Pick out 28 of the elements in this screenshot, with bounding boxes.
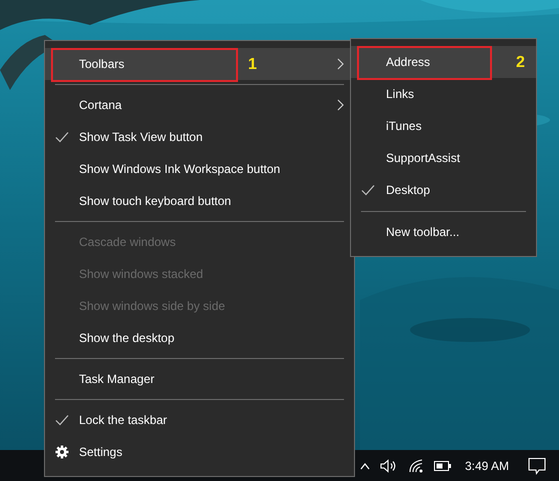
menu-item[interactable]: Show the desktop [45,322,354,354]
callout-number: 1 [248,56,257,74]
menu-item[interactable]: Show Windows Ink Workspace button [45,153,354,185]
menu-item[interactable]: Lock the taskbar [45,404,354,436]
menu-item[interactable]: Links [351,78,536,110]
checkmark-icon [55,130,69,144]
menu-item[interactable]: Cortana [45,89,354,121]
wifi-icon[interactable] [408,458,424,472]
callout-number: 2 [516,54,525,72]
menu-item[interactable]: Task Manager [45,363,354,395]
clock[interactable]: 3:49 AM [464,458,509,472]
chevron-right-icon [337,99,344,111]
menu-item[interactable]: Address 2 [351,46,536,78]
checkmark-icon [361,183,375,197]
menu-item[interactable]: Show touch keyboard button [45,185,354,217]
checkmark-icon [55,413,69,427]
menu-item[interactable]: iTunes [351,110,536,142]
notification-icon[interactable] [528,456,546,474]
chevron-right-icon [337,58,344,70]
menu-item[interactable]: Show Task View button [45,121,354,153]
caret-up-icon[interactable] [360,462,370,470]
menu-item[interactable]: SupportAssist [351,142,536,174]
menu-item[interactable]: Desktop [351,174,536,206]
battery-icon[interactable] [434,460,452,470]
menu-item[interactable]: Settings [45,436,354,468]
menu-item[interactable]: New toolbar... [351,216,536,248]
settings-icon [55,445,69,459]
speaker-icon[interactable] [380,458,398,472]
